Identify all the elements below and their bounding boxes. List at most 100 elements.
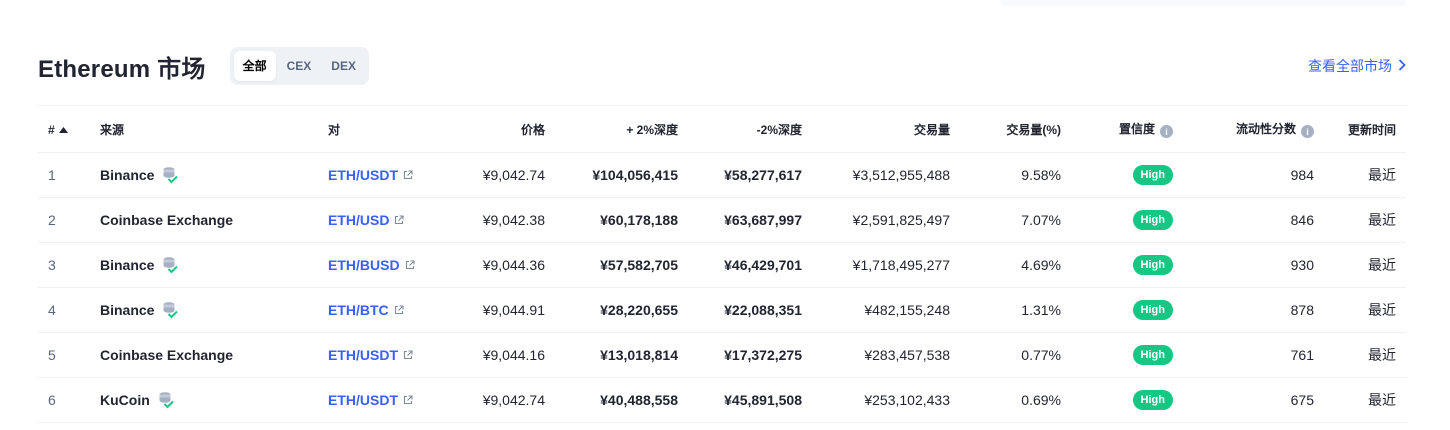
row-rank: 1: [38, 152, 90, 198]
table-row[interactable]: 5 Coinbase Exchange ETH/USDT ¥9,044.16 ¥13,0…: [38, 332, 1406, 378]
row-pair-link[interactable]: ETH/USD: [328, 212, 405, 228]
row-volume-pct: 4.69%: [960, 242, 1071, 288]
external-link-icon: [403, 170, 413, 180]
row-depth-plus: ¥57,582,705: [555, 242, 688, 288]
table-row[interactable]: 3 Binance ETH/BUSD ¥9,044.36 ¥57,582,705 ¥46,…: [38, 242, 1406, 288]
header-source[interactable]: 来源: [90, 105, 318, 153]
pair-label: ETH/USDT: [328, 392, 398, 408]
row-updated: 最近: [1324, 287, 1406, 333]
row-price: ¥9,044.36: [438, 242, 555, 288]
row-pair-link[interactable]: ETH/BTC: [328, 302, 404, 318]
row-volume: ¥2,591,825,497: [812, 197, 960, 243]
row-depth-minus: ¥46,429,701: [688, 242, 812, 288]
sort-ascending-icon: [58, 122, 68, 136]
header-volume-pct[interactable]: 交易量(%): [960, 105, 1071, 153]
row-price: ¥9,044.91: [438, 287, 555, 333]
header-confidence[interactable]: 置信度 i: [1071, 105, 1183, 153]
row-source[interactable]: Binance: [100, 301, 308, 319]
row-source[interactable]: Binance: [100, 256, 308, 274]
row-rank: 2: [38, 197, 90, 243]
source-name: Coinbase Exchange: [100, 212, 234, 228]
row-volume-pct: 0.77%: [960, 332, 1071, 378]
view-all-label: 查看全部市场: [1308, 58, 1392, 74]
row-source[interactable]: Binance: [100, 166, 308, 184]
markets-table: # 来源 对 价格 + 2%深度 -2%深度 交易量 交易量(%) 置信度 i 流…: [38, 105, 1406, 423]
confidence-badge: High: [1132, 255, 1173, 275]
pair-label: ETH/USDT: [328, 167, 398, 183]
confidence-badge: High: [1132, 345, 1173, 365]
row-depth-minus: ¥63,687,997: [688, 197, 812, 243]
view-all-markets-link[interactable]: 查看全部市场: [1308, 56, 1406, 76]
header-updated[interactable]: 更新时间: [1324, 105, 1406, 153]
tab-cex[interactable]: CEX: [278, 51, 321, 81]
row-source[interactable]: Coinbase Exchange: [100, 347, 308, 363]
chevron-right-icon: [1398, 58, 1406, 74]
row-pair-link[interactable]: ETH/BUSD: [328, 257, 415, 273]
external-link-icon: [405, 260, 415, 270]
row-source[interactable]: KuCoin: [100, 391, 308, 409]
source-name: Binance: [100, 257, 155, 273]
row-source[interactable]: Coinbase Exchange: [100, 212, 308, 228]
row-price: ¥9,042.74: [438, 377, 555, 423]
verified-stack-icon: [162, 166, 179, 184]
row-depth-minus: ¥17,372,275: [688, 332, 812, 378]
pair-label: ETH/USDT: [328, 347, 398, 363]
tab-all[interactable]: 全部: [233, 51, 276, 81]
row-depth-plus: ¥60,178,188: [555, 197, 688, 243]
confidence-badge: High: [1132, 165, 1173, 185]
pair-label: ETH/USD: [328, 212, 390, 228]
row-depth-plus: ¥104,056,415: [555, 152, 688, 198]
row-volume: ¥1,718,495,277: [812, 242, 960, 288]
confidence-badge: High: [1132, 210, 1173, 230]
pair-label: ETH/BUSD: [328, 257, 400, 273]
row-updated: 最近: [1324, 242, 1406, 288]
header-price[interactable]: 价格: [438, 105, 555, 153]
table-row[interactable]: 4 Binance ETH/BTC ¥9,044.91 ¥28,220,655 ¥22,0…: [38, 287, 1406, 333]
row-depth-plus: ¥13,018,814: [555, 332, 688, 378]
info-icon[interactable]: i: [1160, 125, 1173, 139]
row-liquidity: 761: [1183, 332, 1324, 378]
info-icon[interactable]: i: [1301, 125, 1314, 139]
header-liquidity[interactable]: 流动性分数 i: [1183, 105, 1324, 153]
source-name: Binance: [100, 302, 155, 318]
row-volume: ¥3,512,955,488: [812, 152, 960, 198]
row-volume-pct: 9.58%: [960, 152, 1071, 198]
verified-stack-icon: [162, 256, 179, 274]
row-updated: 最近: [1324, 197, 1406, 243]
top-panel-fragment: [1000, 0, 1406, 6]
row-liquidity: 984: [1183, 152, 1324, 198]
row-updated: 最近: [1324, 152, 1406, 198]
page-title: Ethereum 市场: [38, 55, 206, 83]
row-liquidity: 878: [1183, 287, 1324, 333]
table-row[interactable]: 2 Coinbase Exchange ETH/USD ¥9,042.38 ¥60,17…: [38, 197, 1406, 243]
external-link-icon: [403, 395, 413, 405]
row-volume-pct: 7.07%: [960, 197, 1071, 243]
header-volume[interactable]: 交易量: [812, 105, 960, 153]
row-pair-link[interactable]: ETH/USDT: [328, 392, 413, 408]
source-name: KuCoin: [100, 392, 150, 408]
market-type-tabs: 全部 CEX DEX: [229, 47, 369, 85]
row-rank: 6: [38, 377, 90, 423]
row-pair-link[interactable]: ETH/USDT: [328, 167, 413, 183]
row-liquidity: 930: [1183, 242, 1324, 288]
table-row[interactable]: 6 KuCoin ETH/USDT ¥9,042.74 ¥40,488,558 ¥45,8…: [38, 377, 1406, 423]
row-depth-minus: ¥58,277,617: [688, 152, 812, 198]
row-liquidity: 675: [1183, 377, 1324, 423]
row-price: ¥9,042.38: [438, 197, 555, 243]
row-depth-plus: ¥40,488,558: [555, 377, 688, 423]
row-volume-pct: 0.69%: [960, 377, 1071, 423]
tab-dex[interactable]: DEX: [322, 51, 365, 81]
table-row[interactable]: 1 Binance ETH/USDT ¥9,042.74 ¥104,056,415 ¥58…: [38, 152, 1406, 198]
row-volume: ¥253,102,433: [812, 377, 960, 423]
header-depth-minus[interactable]: -2%深度: [688, 105, 812, 153]
header-pair[interactable]: 对: [318, 105, 438, 153]
row-liquidity: 846: [1183, 197, 1324, 243]
header-depth-plus[interactable]: + 2%深度: [555, 105, 688, 153]
external-link-icon: [394, 305, 404, 315]
confidence-badge: High: [1132, 300, 1173, 320]
external-link-icon: [394, 215, 405, 225]
external-link-icon: [403, 350, 413, 360]
row-pair-link[interactable]: ETH/USDT: [328, 347, 413, 363]
header-rank[interactable]: #: [38, 105, 90, 153]
row-updated: 最近: [1324, 332, 1406, 378]
